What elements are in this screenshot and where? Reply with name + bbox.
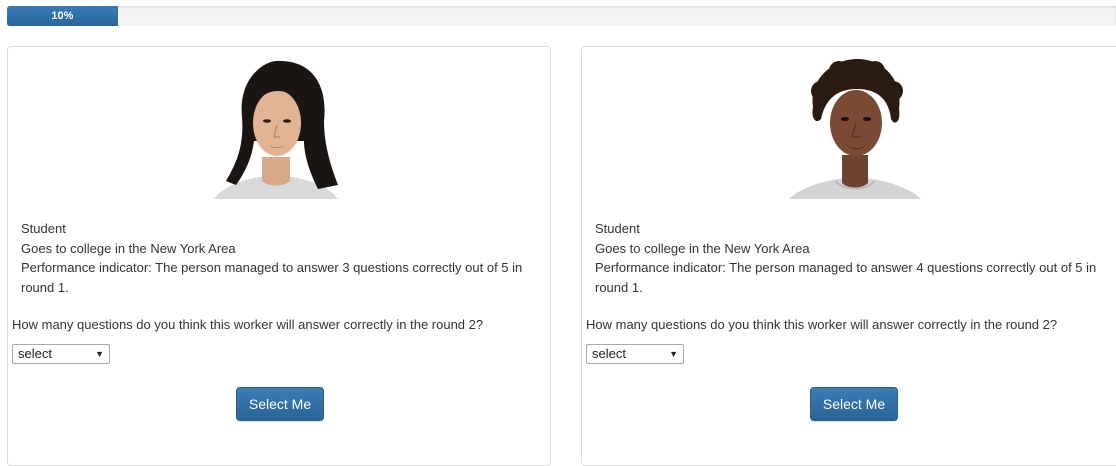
dropdown-arrow-icon: ▼: [95, 349, 104, 359]
prediction-question: How many questions do you think this wor…: [586, 317, 1058, 332]
select-value: select: [592, 346, 626, 361]
candidate-info: Student Goes to college in the New York …: [21, 219, 541, 297]
prediction-select[interactable]: select ▼: [586, 344, 684, 364]
select-value: select: [18, 346, 52, 361]
occupation-text: Student: [595, 221, 640, 236]
candidate-photo: [206, 57, 346, 199]
prediction-question: How many questions do you think this wor…: [12, 317, 484, 332]
progress-bar-fill: 10%: [7, 6, 118, 26]
location-text: Goes to college in the New York Area: [21, 240, 236, 256]
candidate-photo: [785, 57, 925, 199]
candidate-card: Student Goes to college in the New York …: [7, 46, 551, 466]
select-me-button[interactable]: Select Me: [810, 387, 898, 421]
select-me-button[interactable]: Select Me: [236, 387, 324, 421]
progress-bar-track: 10%: [7, 6, 1116, 26]
candidate-card: Student Goes to college in the New York …: [581, 46, 1116, 466]
performance-text: Performance indicator: The person manage…: [21, 260, 523, 295]
location-text: Goes to college in the New York Area: [595, 240, 810, 256]
dropdown-arrow-icon: ▼: [669, 349, 678, 359]
occupation-text: Student: [21, 221, 66, 236]
candidate-info: Student Goes to college in the New York …: [595, 219, 1115, 297]
performance-text: Performance indicator: The person manage…: [595, 260, 1097, 295]
prediction-select[interactable]: select ▼: [12, 344, 110, 364]
